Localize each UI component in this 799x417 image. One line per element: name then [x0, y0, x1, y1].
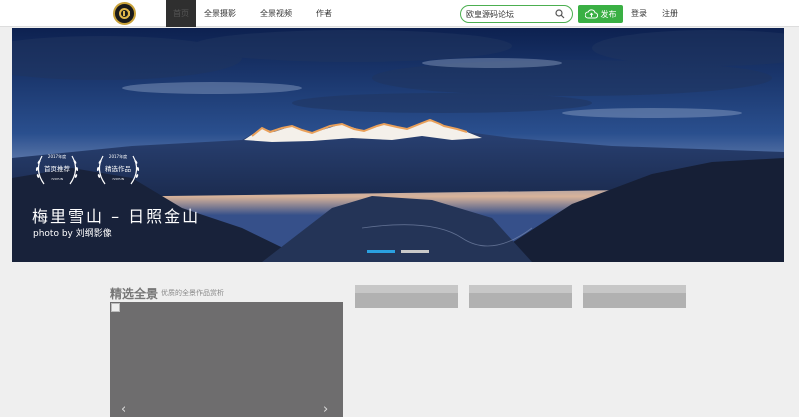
publish-label: 发布: [600, 9, 617, 19]
cloud-upload-icon: [584, 9, 598, 19]
carousel-dot[interactable]: [367, 250, 395, 253]
publish-button[interactable]: 发布: [578, 5, 623, 23]
selected-work-badge: 2017年度 精选作品 720YUN: [96, 153, 140, 185]
login-link[interactable]: 登录: [631, 0, 647, 27]
badge-year: 2017年度: [48, 153, 66, 159]
badge-text: 首页推荐: [44, 164, 71, 173]
section-title: 精选全景: [110, 287, 159, 301]
badge-sub: 720YUN: [112, 177, 124, 181]
panorama-thumbnail[interactable]: [355, 285, 458, 308]
search-input[interactable]: [466, 7, 554, 21]
main-nav: 首页 全景摄影 全景视频 作者: [166, 0, 349, 27]
carousel-next-icon[interactable]: ›: [323, 402, 328, 417]
hero-banner[interactable]: 2017年度 首页推荐 720YUN 2017年度 精选作品 720YUN 梅里…: [12, 28, 784, 262]
search-icon[interactable]: [555, 9, 565, 19]
nav-item-authors[interactable]: 作者: [309, 0, 339, 27]
featured-panorama-card[interactable]: [110, 302, 343, 417]
badge-sub: 720YUN: [51, 177, 63, 181]
panorama-thumbnail[interactable]: [583, 285, 686, 308]
badge-text: 精选作品: [105, 164, 131, 173]
register-link[interactable]: 注册: [662, 0, 678, 27]
section-subtitle: 优质的全景作品赏析: [161, 289, 224, 297]
homepage-recommend-badge: 2017年度 首页推荐 720YUN: [35, 153, 79, 185]
panorama-thumbnail[interactable]: [469, 285, 572, 308]
logo-emblem-icon: [119, 8, 130, 19]
top-navbar: 首页 全景摄影 全景视频 作者 发布 登录 注册: [0, 0, 799, 27]
broken-image-icon: [111, 303, 120, 312]
banner-title: 梅里雪山 – 日照金山: [32, 207, 201, 226]
search-box: [460, 5, 573, 23]
badge-year: 2017年度: [109, 153, 127, 159]
banner-credit: photo by 刘纲影像: [33, 229, 112, 239]
carousel-prev-icon[interactable]: ‹: [121, 402, 126, 417]
site-logo[interactable]: [113, 2, 136, 25]
nav-item-home[interactable]: 首页: [166, 0, 196, 27]
nav-item-panorama-video[interactable]: 全景视频: [253, 0, 299, 27]
nav-item-panorama-photo[interactable]: 全景摄影: [197, 0, 243, 27]
carousel-dot[interactable]: [401, 250, 429, 253]
